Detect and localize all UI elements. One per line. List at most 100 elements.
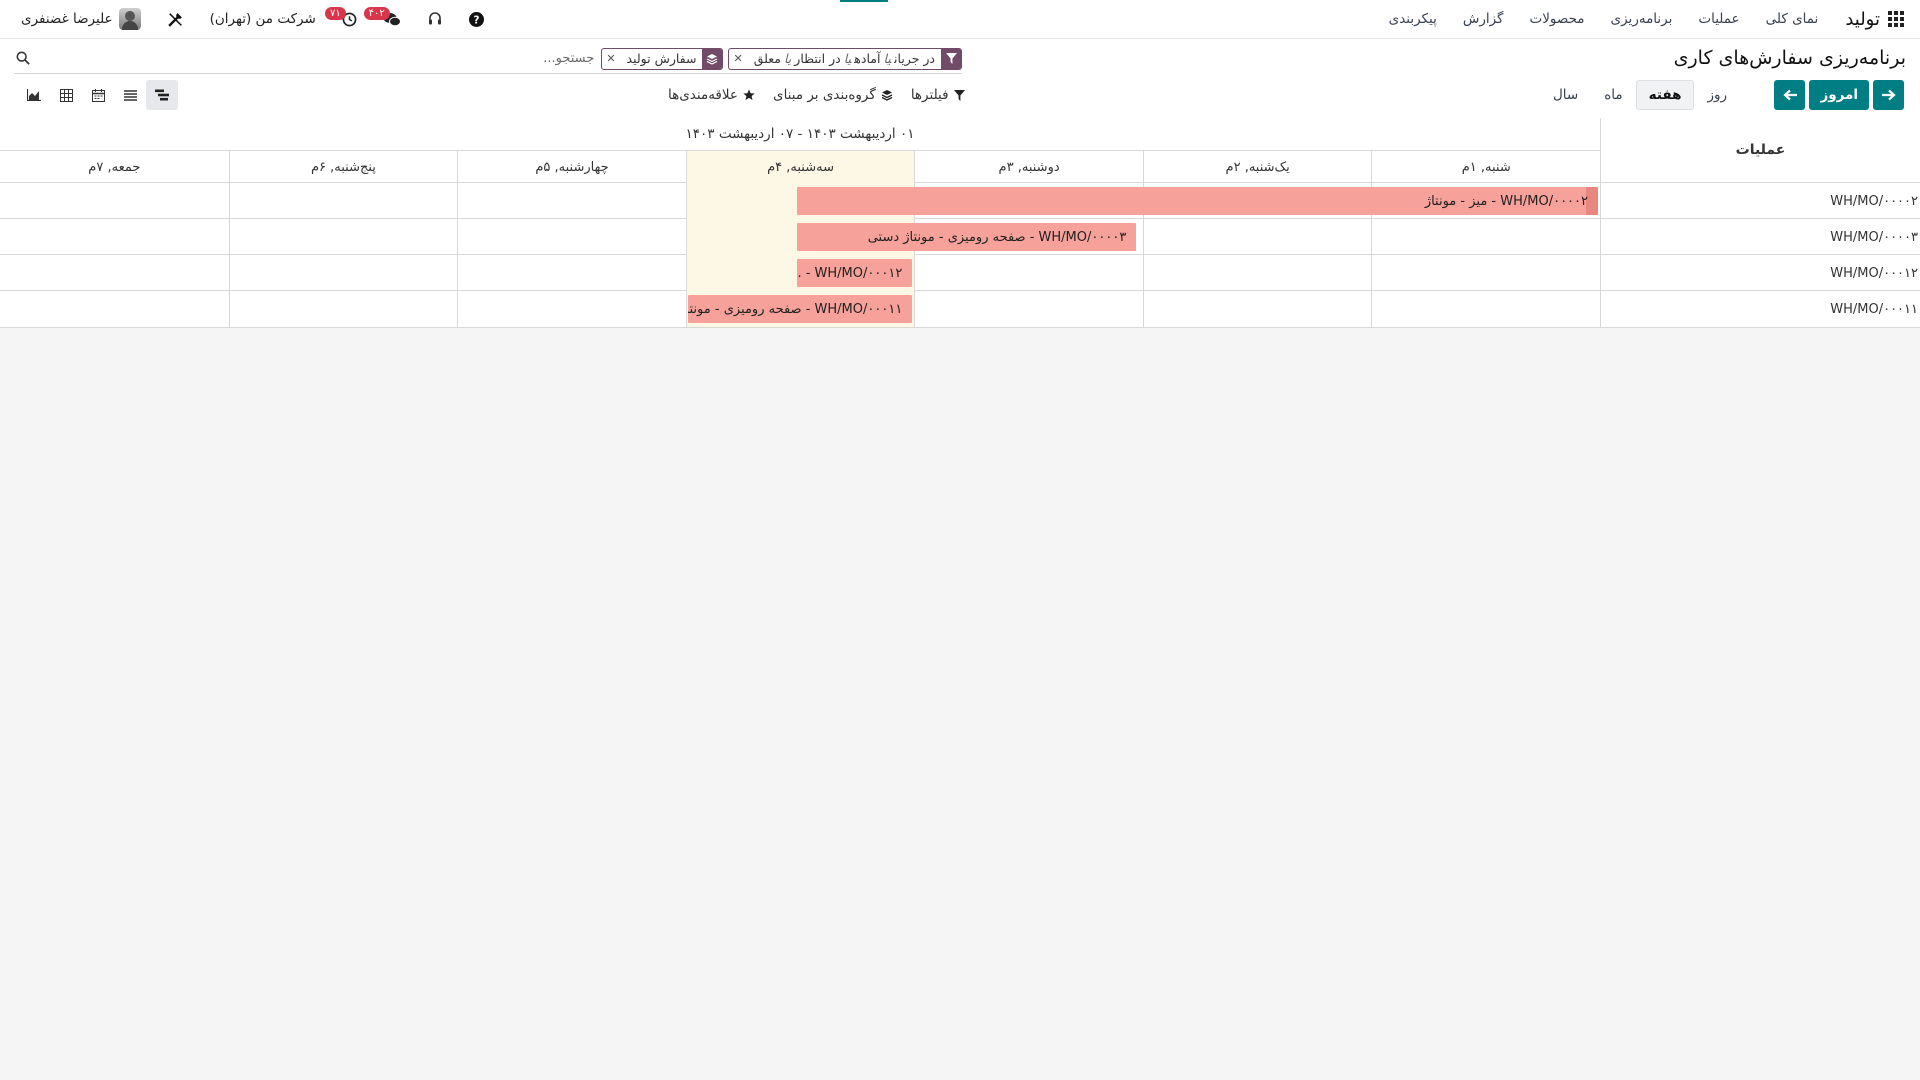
gantt-day-header: یک‌شنبه, ۲م <box>1142 151 1372 183</box>
gantt-pill-label: WH/MO/۰۰۰۰۳ - صفحه رومیزی - مونتاژ دستی <box>867 229 1127 245</box>
headset-icon <box>428 12 441 25</box>
apps-menu-icon[interactable] <box>1886 9 1906 29</box>
menu-item-planning[interactable]: برنامه‌ریزی <box>1598 11 1686 27</box>
app-brand[interactable]: تولید <box>1845 9 1880 30</box>
view-graph-button[interactable] <box>18 80 50 110</box>
gantt-cell[interactable] <box>0 219 229 255</box>
debug-tools-button[interactable] <box>154 0 197 39</box>
gantt-side-header: عملیات <box>1600 118 1920 183</box>
view-pivot-button[interactable] <box>50 80 82 110</box>
user-name: علیرضا غضنفری <box>21 11 113 27</box>
gantt-cell[interactable] <box>457 183 686 219</box>
scale-month[interactable]: ماه <box>1591 80 1635 110</box>
gantt-row: WH/MO/۰۰۰۱۱ WH/MO/۰۰۰۱۱ - صفحه رومیزی - م… <box>0 291 1920 327</box>
gantt-cell[interactable] <box>228 291 458 327</box>
gantt-day-header: شنبه, ۱م <box>1371 151 1600 183</box>
main-menu: نمای کلی عملیات برنامه‌ریزی محصولات گزار… <box>1376 11 1832 27</box>
gantt-pill[interactable]: WH/MO/۰۰۰۰۳ - صفحه رومیزی - مونتاژ دستی <box>797 223 1137 251</box>
area-chart-icon <box>27 89 41 101</box>
filters-dropdown[interactable]: فیلترها <box>911 87 965 103</box>
groupby-label: گروه‌بندی بر مبنای <box>773 87 876 103</box>
messages-button[interactable]: ۴۰۲ <box>363 0 414 39</box>
gantt-cell[interactable] <box>228 219 458 255</box>
calendar-icon <box>91 88 105 102</box>
gantt-pill[interactable]: WH/MO/۰۰۰۱۲ - ... <box>797 259 913 287</box>
help-button[interactable]: ? <box>456 0 497 39</box>
search-icon[interactable] <box>16 51 30 65</box>
menu-item-operations[interactable]: عملیات <box>1685 11 1752 27</box>
filter-icon <box>953 89 965 101</box>
table-icon <box>59 88 73 102</box>
gantt-day-header: سه‌شنبه, ۴م <box>685 151 915 183</box>
layers-icon <box>881 90 893 101</box>
filter-icon <box>941 48 961 69</box>
systray: ? ۴۰۲ ۷۱ شرکت من (تهران) علیرضا غضنفری <box>0 0 497 39</box>
gantt-cell[interactable] <box>228 183 458 219</box>
previous-period-button[interactable] <box>1873 80 1904 110</box>
filter-facet: در جریانیاآمادهیادر انتظاریامعلق ✕ <box>728 47 962 70</box>
scale-week[interactable]: هفته <box>1635 80 1695 110</box>
tools-icon <box>167 12 182 27</box>
menu-item-products[interactable]: محصولات <box>1517 11 1598 27</box>
gantt-icon <box>155 89 169 101</box>
groupby-facet-remove[interactable]: ✕ <box>602 52 620 65</box>
filter-facet-remove[interactable]: ✕ <box>729 52 747 65</box>
gantt-row-label[interactable]: WH/MO/۰۰۰۰۳ <box>1600 219 1920 255</box>
support-button[interactable] <box>414 0 456 39</box>
gantt-row-label[interactable]: WH/MO/۰۰۰۰۲ <box>1600 183 1920 219</box>
activity-button[interactable]: ۷۱ <box>325 0 370 39</box>
gantt-cell[interactable] <box>1142 255 1372 291</box>
search-panel-toggles: فیلترها گروه‌بندی بر مبنای علاقه‌مندی‌ها <box>668 80 965 110</box>
gantt-cell[interactable] <box>1371 255 1600 291</box>
gantt-row: WH/MO/۰۰۰۰۳ WH/MO/۰۰۰۰۳ - صفحه رومیزی - م… <box>0 219 1920 255</box>
gantt-row-label[interactable]: WH/MO/۰۰۰۱۲ <box>1600 255 1920 291</box>
menu-item-reporting[interactable]: گزارش <box>1450 11 1517 27</box>
date-navigation: امروز <box>1774 80 1904 110</box>
gantt-cell[interactable] <box>0 255 229 291</box>
layers-icon <box>702 48 723 69</box>
favorites-dropdown[interactable]: علاقه‌مندی‌ها <box>668 87 755 103</box>
gantt-cell[interactable] <box>457 255 686 291</box>
next-period-button[interactable] <box>1774 80 1806 110</box>
groupby-facet-label: سفارش تولید <box>626 51 697 66</box>
gantt-row-label[interactable]: WH/MO/۰۰۰۱۱ <box>1600 291 1920 327</box>
user-menu[interactable]: علیرضا غضنفری <box>8 0 154 39</box>
view-list-button[interactable] <box>114 80 146 110</box>
groupby-dropdown[interactable]: گروه‌بندی بر مبنای <box>773 87 893 103</box>
gantt-pill[interactable]: WH/MO/۰۰۰۰۲ - میز - مونتاژ <box>797 187 1598 215</box>
gantt-cell[interactable] <box>228 255 458 291</box>
scale-selector: روز هفته ماه سال <box>1540 80 1740 110</box>
gantt-cell[interactable] <box>1371 219 1600 255</box>
gantt-cell[interactable] <box>457 219 686 255</box>
groupby-facet: سفارش تولید ✕ <box>601 47 724 70</box>
gantt-cell[interactable] <box>457 291 686 327</box>
gantt-pill[interactable]: WH/MO/۰۰۰۱۱ - صفحه رومیزی - مونتا... <box>687 295 913 323</box>
search-input[interactable] <box>296 50 597 67</box>
view-calendar-button[interactable] <box>82 80 114 110</box>
menu-item-configuration[interactable]: پیکربندی <box>1376 11 1450 27</box>
gantt-cell[interactable] <box>914 291 1143 327</box>
gantt-day-header: جمعه, ۷م <box>88 159 141 175</box>
filters-label: فیلترها <box>910 87 949 103</box>
top-navbar: تولید نمای کلی عملیات برنامه‌ریزی محصولا… <box>0 0 1920 39</box>
gantt-cell[interactable] <box>1142 219 1372 255</box>
gantt-cell[interactable] <box>1371 291 1600 327</box>
view-gantt-button[interactable] <box>146 80 178 110</box>
gantt-cell[interactable] <box>0 291 229 327</box>
control-panel: برنامه‌ریزی سفارش‌های کاری در جریانیاآما… <box>0 39 1920 119</box>
view-switcher <box>18 80 178 110</box>
favorites-label: علاقه‌مندی‌ها <box>668 87 738 103</box>
today-button[interactable]: امروز <box>1809 80 1869 110</box>
gantt-row: WH/MO/۰۰۰۰۲ WH/MO/۰۰۰۰۲ - میز - مونتاژ <box>0 183 1920 219</box>
scale-day[interactable]: روز <box>1694 80 1740 110</box>
gantt-cell[interactable] <box>1142 291 1372 327</box>
menu-item-overview[interactable]: نمای کلی <box>1753 11 1832 27</box>
gantt-pill-label: WH/MO/۰۰۰۱۱ - صفحه رومیزی - مونتا... <box>688 301 903 317</box>
gantt-date-range: ۰۱ اردیبهشت ۱۴۰۳ - ۰۷ اردیبهشت ۱۴۰۳ <box>0 118 1600 151</box>
gantt-cell[interactable] <box>0 183 229 219</box>
scale-year[interactable]: سال <box>1540 80 1591 110</box>
gantt-day-header: دوشنبه, ۳م <box>914 151 1143 183</box>
company-switcher[interactable]: شرکت من (تهران) <box>197 0 329 39</box>
gantt-day-header: پنج‌شنبه, ۶م <box>228 151 458 183</box>
gantt-cell[interactable] <box>914 255 1143 291</box>
